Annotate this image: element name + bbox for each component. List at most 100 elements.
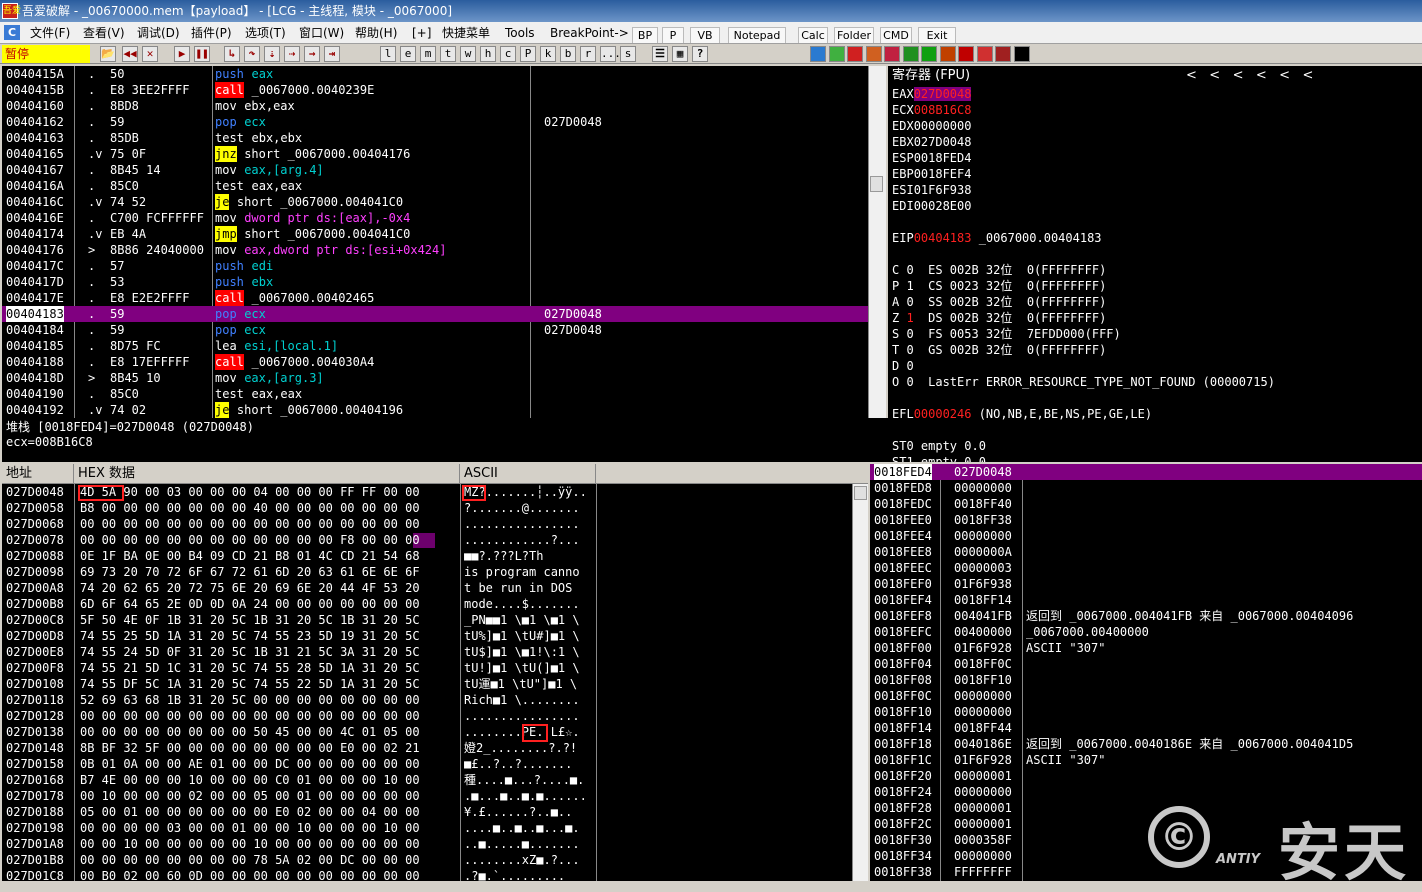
plugin-icon-3[interactable]: [865, 46, 882, 62]
toolbar-6[interactable]: c: [500, 46, 516, 62]
disasm-row[interactable]: 00404163. 85DB test ebx,ebx: [2, 130, 868, 146]
menu-item[interactable]: 快捷菜单: [442, 25, 490, 42]
stack-row[interactable]: 0018FF20 00000001: [870, 768, 1422, 784]
flag-row[interactable]: Z 1 DS 002B 32位 0(FFFFFFFF): [888, 310, 1422, 326]
register-eip[interactable]: EIP00404183 _0067000.00404183: [888, 230, 1422, 246]
disasm-row[interactable]: 00404190. 85C0 test eax,eax: [2, 386, 868, 402]
menu-item[interactable]: Tools: [505, 25, 535, 42]
hex-row[interactable]: 027D01A8 00 00 10 00 00 00 00 00 10 00 00…: [2, 836, 854, 852]
stack-row[interactable]: 0018FF1C 01F6F928 ASCII "307": [870, 752, 1422, 768]
toolbar-0[interactable]: l: [380, 46, 396, 62]
register-ebx[interactable]: EBX027D0048: [888, 134, 1422, 150]
plugin-icon-0[interactable]: [810, 46, 826, 62]
menu-button-cmd[interactable]: CMD: [880, 27, 912, 43]
stack-row[interactable]: 0018FEEC 00000003: [870, 560, 1422, 576]
disasm-row[interactable]: 00404192 .v 74 02 je short _0067000.00404196: [2, 402, 868, 418]
register-ebp[interactable]: EBP0018FEF4: [888, 166, 1422, 182]
step-into-icon[interactable]: ↳: [224, 46, 240, 62]
disassembly-pane[interactable]: 0040415A. 50 push eax 0040415B. E8 3EE2FFFF ca…: [2, 66, 868, 418]
toolbar-4[interactable]: w: [460, 46, 476, 62]
menu-button-bp[interactable]: BP: [632, 27, 658, 43]
stack-row[interactable]: 0018FF18 0040186E 返回到 _0067000.0040186E 来自…: [870, 736, 1422, 752]
flag-row[interactable]: S 0 FS 0053 32位 7EFDD000(FFF): [888, 326, 1422, 342]
menu-button-exit[interactable]: Exit: [918, 27, 956, 43]
plugin-icon-7[interactable]: [939, 46, 956, 62]
disasm-row[interactable]: 0040418D >8B45 10 mov eax,[arg.3]: [2, 370, 868, 386]
register-efl[interactable]: EFL00000246 (NO,NB,E,BE,NS,PE,GE,LE): [888, 406, 1422, 422]
flag-row[interactable]: C 0 ES 002B 32位 0(FFFFFFFF): [888, 262, 1422, 278]
plugin-icon-11[interactable]: [1013, 46, 1030, 62]
hex-row[interactable]: 027D00B8 6D 6F 64 65 2E 0D 0D 0A 24 00 00…: [2, 596, 854, 612]
register-edi[interactable]: EDI00028E00: [888, 198, 1422, 214]
trace-into-icon[interactable]: ⇣: [264, 46, 280, 62]
register-edx[interactable]: EDX00000000: [888, 118, 1422, 134]
disasm-row[interactable]: 00404165 .v 75 0F jnz short _0067000.0040417…: [2, 146, 868, 162]
trace-over-icon[interactable]: ⇢: [284, 46, 300, 62]
disasm-row[interactable]: 00404185. 8D75 FC lea esi,[local.1]: [2, 338, 868, 354]
flag-row[interactable]: P 1 CS 0023 32位 0(FFFFFFFF): [888, 278, 1422, 294]
hex-row[interactable]: 027D01C8 00 B0 02 00 60 0D 00 00 00 00 00…: [2, 868, 854, 881]
hex-row[interactable]: 027D0188 05 00 01 00 00 00 00 00 00 E0 02…: [2, 804, 854, 820]
toolbar-10[interactable]: r: [580, 46, 596, 62]
menu-item[interactable]: BreakPoint->: [550, 25, 629, 42]
hex-row[interactable]: 027D0058 B8 00 00 00 00 00 00 00 40 00 00…: [2, 500, 854, 516]
plugin-icon-4[interactable]: [884, 46, 900, 62]
register-nav-arrows[interactable]: < < < < < <: [1186, 66, 1313, 86]
stack-row[interactable]: 0018FED8 00000000: [870, 480, 1422, 496]
menu-button-folder[interactable]: Folder: [834, 27, 874, 43]
hex-row[interactable]: 027D00C8 5F 50 4E 0F 1B 31 20 5C 1B 31 20…: [2, 612, 854, 628]
disasm-row[interactable]: 00404174 .v EB 4A jmp short _0067000.004041C…: [2, 226, 868, 242]
hex-row[interactable]: 027D0088 0E 1F BA 0E 00 B4 09 CD 21 B8 01…: [2, 548, 854, 564]
disasm-row[interactable]: 0040415A. 50 push eax: [2, 66, 868, 82]
grid-icon[interactable]: ▦: [672, 46, 688, 62]
menu-item[interactable]: 调试(D): [137, 25, 180, 42]
hex-row[interactable]: 027D00A8 74 20 62 65 20 72 75 6E 20 69 6E…: [2, 580, 854, 596]
c-icon[interactable]: C: [4, 25, 20, 40]
stack-row[interactable]: 0018FF14 0018FF44: [870, 720, 1422, 736]
hex-row[interactable]: 027D0198 00 00 00 00 03 00 00 01 00 00 10…: [2, 820, 854, 836]
disasm-row[interactable]: 00404160. 8BD8 mov ebx,eax: [2, 98, 868, 114]
flag-row[interactable]: A 0 SS 002B 32位 0(FFFFFFFF): [888, 294, 1422, 310]
fpu-row[interactable]: ST0 empty 0.0: [888, 438, 1422, 454]
disasm-row[interactable]: 0040416E. C700 FCFFFFFF mov dword ptr ds:[e…: [2, 210, 868, 226]
menu-button-vb[interactable]: VB: [690, 27, 720, 43]
hex-row[interactable]: 027D01B8 00 00 00 00 00 00 00 00 78 5A 02…: [2, 852, 854, 868]
menu-item[interactable]: 窗口(W): [299, 25, 344, 42]
menu-item[interactable]: 选项(T): [245, 25, 286, 42]
plugin-icon-9[interactable]: [976, 46, 993, 62]
exec-till-return-icon[interactable]: →: [304, 46, 320, 62]
plugin-icon-5[interactable]: [902, 46, 919, 62]
hex-row[interactable]: 027D00E8 74 55 24 5D 0F 31 20 5C 1B 31 21…: [2, 644, 854, 660]
stack-row[interactable]: 0018FF00 01F6F928 ASCII "307": [870, 640, 1422, 656]
help-icon[interactable]: ?: [692, 46, 708, 62]
hex-header-2[interactable]: ASCII: [460, 464, 596, 484]
register-esi[interactable]: ESI01F6F938: [888, 182, 1422, 198]
toolbar-5[interactable]: h: [480, 46, 496, 62]
disasm-row[interactable]: 0040415B. E8 3EE2FFFF call _0067000.0040239…: [2, 82, 868, 98]
close-icon[interactable]: ✕: [142, 46, 158, 62]
goto-icon[interactable]: ⇥: [324, 46, 340, 62]
stack-row[interactable]: 0018FF0C 00000000: [870, 688, 1422, 704]
hex-header-0[interactable]: 地址: [2, 464, 74, 484]
disasm-row[interactable]: 00404167. 8B45 14 mov eax,[arg.4]: [2, 162, 868, 178]
toolbar-2[interactable]: m: [420, 46, 436, 62]
stack-row[interactable]: 0018FEF0 01F6F938: [870, 576, 1422, 592]
register-eax[interactable]: EAX027D0048: [888, 86, 1422, 102]
stack-row[interactable]: 0018FEF8 004041FB 返回到 _0067000.004041FB 来自…: [870, 608, 1422, 624]
register-ecx[interactable]: ECX008B16C8: [888, 102, 1422, 118]
menu-item[interactable]: 插件(P): [191, 25, 232, 42]
step-over-icon[interactable]: ↷: [244, 46, 260, 62]
hex-header-1[interactable]: HEX 数据: [74, 464, 460, 484]
menu-item[interactable]: 帮助(H): [355, 25, 397, 42]
toolbar-11[interactable]: ...: [600, 46, 621, 62]
plugin-icon-6[interactable]: [921, 46, 937, 62]
disasm-row[interactable]: 00404176 >8B86 24040000 mov eax,dword ptr d…: [2, 242, 868, 258]
disasm-row[interactable]: 0040416A. 85C0 test eax,eax: [2, 178, 868, 194]
hex-row[interactable]: 027D00D8 74 55 25 5D 1A 31 20 5C 74 55 23…: [2, 628, 854, 644]
flag-row[interactable]: T 0 GS 002B 32位 0(FFFFFFFF): [888, 342, 1422, 358]
hex-row[interactable]: 027D0128 00 00 00 00 00 00 00 00 00 00 00…: [2, 708, 854, 724]
disasm-row[interactable]: 00404183. 59 pop ecx 027D0048: [2, 306, 868, 322]
hex-row[interactable]: 027D0098 69 73 20 70 72 6F 67 72 61 6D 20…: [2, 564, 854, 580]
flag-row[interactable]: O 0 LastErr ERROR_RESOURCE_TYPE_NOT_FOUN…: [888, 374, 1422, 390]
register-esp[interactable]: ESP0018FED4: [888, 150, 1422, 166]
